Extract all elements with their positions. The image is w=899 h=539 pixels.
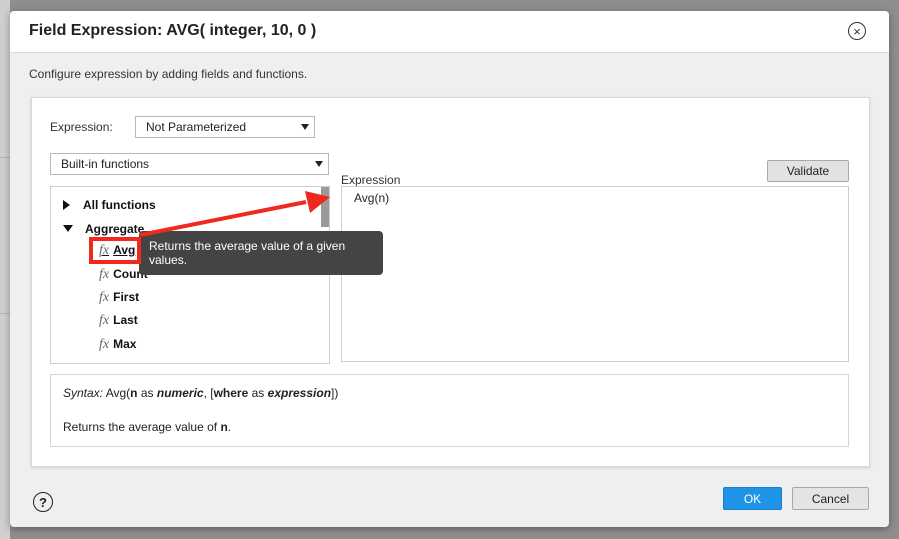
- annotation-arrow-head: [305, 191, 330, 213]
- annotation-arrow-line: [139, 200, 307, 237]
- annotation-arrow: [139, 191, 330, 237]
